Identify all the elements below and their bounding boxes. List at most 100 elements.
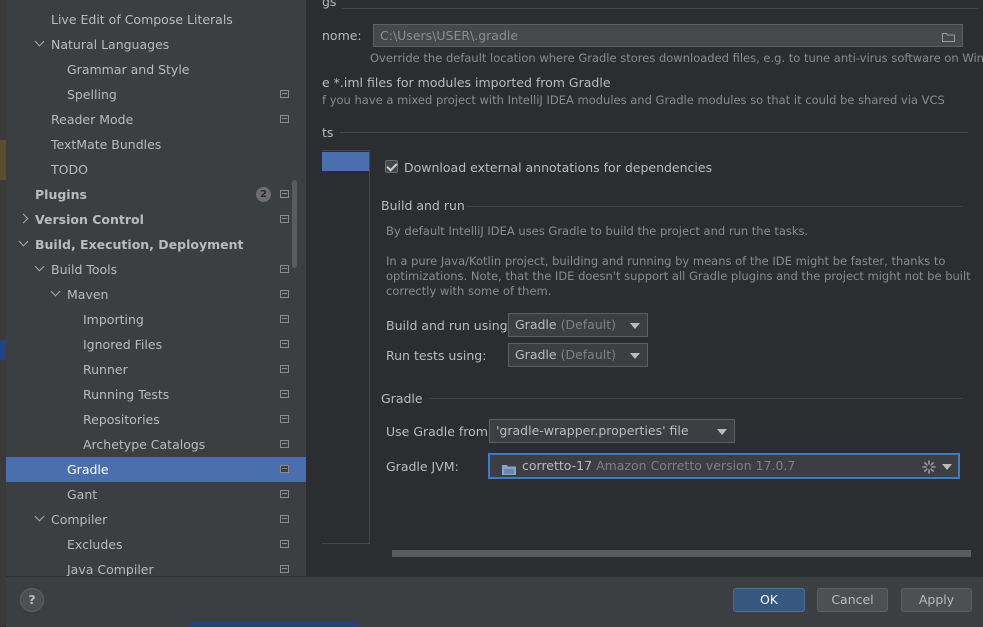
iml-option-hint: f you have a mixed project with IntelliJ…: [322, 93, 945, 107]
build-run-using-value: Gradle: [515, 317, 557, 332]
user-home-field[interactable]: C:\Users\USER\.gradle: [373, 24, 963, 47]
sidebar-item-repositories[interactable]: Repositories: [6, 407, 306, 432]
sidebar-item-label: Version Control: [35, 212, 144, 227]
ok-button[interactable]: OK: [733, 588, 805, 612]
cancel-button[interactable]: Cancel: [817, 588, 888, 612]
run-tests-using-value: Gradle: [515, 347, 557, 362]
project-level-icon: [280, 415, 289, 423]
gradle-section-title: Gradle: [381, 391, 423, 406]
build-and-run-note-line: correctly with some of them.: [386, 284, 552, 298]
sidebar-item-gant[interactable]: Gant: [6, 482, 306, 507]
help-button[interactable]: ?: [20, 588, 44, 612]
sidebar-item-label: Runner: [83, 362, 128, 377]
jdk-folder-icon: [502, 460, 516, 475]
sidebar-item-label: Live Edit of Compose Literals: [51, 12, 233, 27]
gradle-jvm-select[interactable]: corretto-17 Amazon Corretto version 17.0…: [488, 453, 960, 479]
sidebar-item-build-execution-deployment[interactable]: Build, Execution, Deployment: [6, 232, 306, 257]
sidebar-item-label: Maven: [67, 287, 109, 302]
sidebar-item-label: TODO: [51, 162, 88, 177]
sidebar-item-plugins[interactable]: Plugins 2: [6, 182, 306, 207]
build-and-run-title: Build and run: [381, 198, 465, 213]
sidebar-item-gradle[interactable]: Gradle: [6, 457, 306, 482]
settings-tree[interactable]: Live Edit of Compose Literals Natural Lan…: [6, 0, 306, 576]
sidebar-item-grammar-and-style[interactable]: Grammar and Style: [6, 57, 306, 82]
sidebar-item-build-tools[interactable]: Build Tools: [6, 257, 306, 282]
sidebar-item-label: Gant: [67, 487, 98, 502]
sidebar-item-label: Compiler: [51, 512, 108, 527]
dropdown-arrow-icon: [942, 464, 952, 470]
chevron-down-icon[interactable]: [34, 36, 45, 47]
project-level-icon: [280, 290, 289, 298]
sidebar-item-excludes[interactable]: Excludes: [6, 532, 306, 557]
download-annotations-checkbox[interactable]: [385, 160, 398, 173]
sidebar-item-label: TextMate Bundles: [51, 137, 162, 152]
run-tests-using-select[interactable]: Gradle (Default): [508, 343, 648, 367]
sidebar-item-live-edit-of-compose-literals[interactable]: Live Edit of Compose Literals: [6, 7, 306, 32]
projects-list[interactable]: [322, 150, 370, 544]
sidebar-item-archetype-catalogs[interactable]: Archetype Catalogs: [6, 432, 306, 457]
sidebar-item-running-tests[interactable]: Running Tests: [6, 382, 306, 407]
projects-list-selected-item[interactable]: [322, 152, 369, 171]
sidebar-item-version-control[interactable]: Version Control: [6, 207, 306, 232]
sidebar-item-maven[interactable]: Maven: [6, 282, 306, 307]
use-gradle-from-select[interactable]: 'gradle-wrapper.properties' file: [489, 419, 735, 443]
section-title-cut: gs: [322, 0, 337, 9]
sidebar-item-spelling[interactable]: Spelling: [6, 82, 306, 107]
underlying-editor-strip: [190, 622, 358, 626]
project-level-icon: [280, 540, 289, 548]
settings-content: gs nome: C:\Users\USER\.gradle Override …: [306, 0, 983, 576]
sidebar-item-compiler[interactable]: Compiler: [6, 507, 306, 532]
gradle-jvm-label: Gradle JVM:: [386, 459, 459, 474]
project-level-icon: [280, 265, 289, 273]
project-level-icon: [280, 365, 289, 373]
sidebar-item-label: Java Compiler: [67, 562, 154, 576]
chevron-down-icon[interactable]: [34, 261, 45, 272]
iml-option-label[interactable]: e *.iml files for modules imported from …: [322, 75, 611, 90]
horizontal-scrollbar[interactable]: [392, 550, 971, 557]
apply-button[interactable]: Apply: [901, 588, 972, 612]
run-tests-using-hint: (Default): [560, 347, 617, 362]
update-count-badge: 2: [256, 187, 271, 202]
chevron-right-icon[interactable]: [18, 213, 29, 224]
dropdown-arrow-icon: [630, 353, 640, 359]
sidebar-item-natural-languages[interactable]: Natural Languages: [6, 32, 306, 57]
build-run-using-label: Build and run using:: [386, 318, 512, 333]
project-level-icon: [280, 315, 289, 323]
sidebar-item-label: Repositories: [83, 412, 160, 427]
gradle-jvm-hint: Amazon Corretto version 17.0.7: [596, 458, 796, 473]
sidebar-item-textmate-bundles[interactable]: TextMate Bundles: [6, 132, 306, 157]
build-and-run-note-line: optimizations. Note, that the IDE doesn'…: [386, 269, 971, 283]
build-and-run-note-line: In a pure Java/Kotlin project, building …: [386, 254, 946, 268]
user-home-hint: Override the default location where Grad…: [370, 51, 983, 65]
project-level-icon: [280, 515, 289, 523]
sidebar-item-label: Natural Languages: [51, 37, 170, 52]
sidebar-item-java-compiler[interactable]: Java Compiler: [6, 557, 306, 576]
use-gradle-from-label: Use Gradle from:: [386, 424, 493, 439]
sidebar-item-label: Spelling: [67, 87, 117, 102]
sidebar-item-label: Running Tests: [83, 387, 170, 402]
chevron-down-icon[interactable]: [50, 286, 61, 297]
project-level-icon: [280, 390, 289, 398]
sidebar-item-importing[interactable]: Importing: [6, 307, 306, 332]
user-home-value: C:\Users\USER\.gradle: [380, 28, 519, 43]
build-run-using-select[interactable]: Gradle (Default): [508, 313, 648, 337]
sidebar-item-label: Gradle: [67, 462, 109, 477]
sidebar-item-label: Grammar and Style: [67, 62, 190, 77]
project-level-icon: [280, 190, 289, 198]
separator: [430, 398, 962, 399]
sidebar-scrollbar[interactable]: [292, 180, 297, 268]
download-annotations-label[interactable]: Download external annotations for depend…: [404, 160, 712, 175]
sidebar-item-runner[interactable]: Runner: [6, 357, 306, 382]
folder-icon[interactable]: [942, 30, 955, 42]
sidebar-item-reader-mode[interactable]: Reader Mode: [6, 107, 306, 132]
sidebar-item-label: Build Tools: [51, 262, 118, 277]
chevron-down-icon[interactable]: [18, 236, 29, 247]
sidebar-item-todo[interactable]: TODO: [6, 157, 306, 182]
loading-spinner-icon: [922, 459, 936, 474]
sidebar-item-ignored-files[interactable]: Ignored Files: [6, 332, 306, 357]
separator: [466, 206, 962, 207]
separator: [340, 132, 968, 133]
build-and-run-description: By default IntelliJ IDEA uses Gradle to …: [386, 224, 809, 238]
chevron-down-icon[interactable]: [34, 511, 45, 522]
dropdown-arrow-icon: [717, 429, 727, 435]
